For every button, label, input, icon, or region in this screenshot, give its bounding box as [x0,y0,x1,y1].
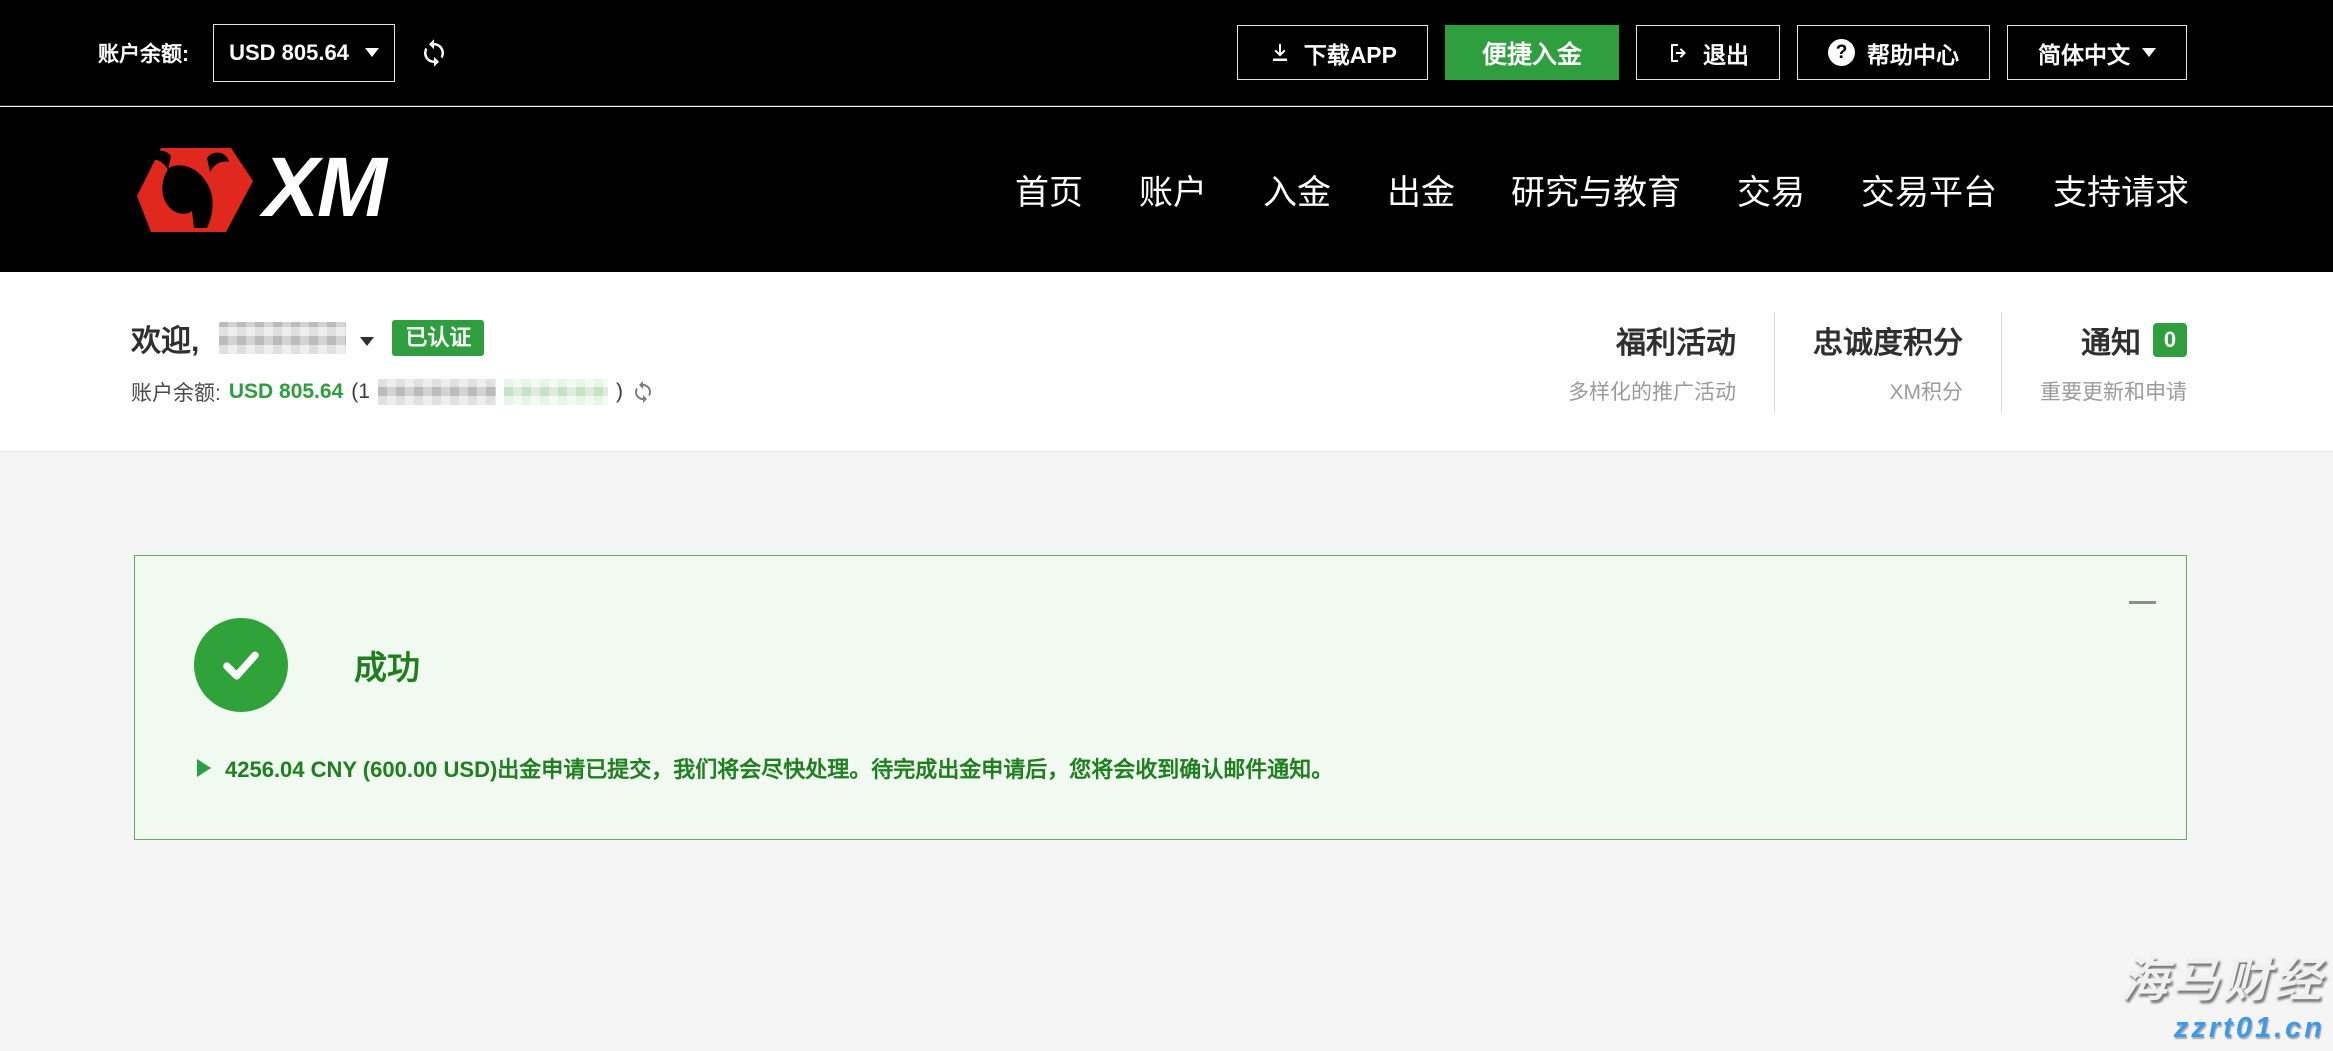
notifications-subtitle: 重要更新和申请 [2040,376,2187,406]
notifications-count-badge: 0 [2153,323,2187,357]
download-app-button[interactable]: 下载APP [1237,25,1428,80]
loyalty-points-link[interactable]: 忠诚度积分 XM积分 [1774,312,2001,412]
content-area: 成功 4256.04 CNY (600.00 USD)出金申请已提交，我们将会尽… [0,453,2333,1051]
logout-icon [1667,41,1691,65]
welcome-strip: 欢迎, 已认证 账户余额: USD 805.64 (1 ) 福利活动 多样化的推… [0,272,2333,452]
promotions-title: 福利活动 [1568,318,1736,362]
welcome-quick-links: 福利活动 多样化的推广活动 忠诚度积分 XM积分 通知 0 重要更新和申请 [1530,312,2187,412]
refresh-icon[interactable] [419,38,449,68]
alert-message: 4256.04 CNY (600.00 USD)出金申请已提交，我们将会尽快处理… [225,752,1333,784]
chevron-down-icon[interactable] [360,337,374,346]
chevron-down-icon [2142,48,2156,57]
topbar-balance-group: 账户余额: USD 805.64 [98,24,449,82]
promotions-subtitle: 多样化的推广活动 [1568,376,1736,406]
balance-value: USD 805.64 [229,380,343,404]
notifications-title: 通知 [2081,318,2141,362]
notifications-link[interactable]: 通知 0 重要更新和申请 [2001,312,2187,412]
nav-item-support[interactable]: 支持请求 [2053,165,2189,214]
alert-title: 成功 [354,641,420,689]
loyalty-title: 忠诚度积分 [1813,318,1963,362]
nav-item-trading[interactable]: 交易 [1737,165,1805,214]
welcome-greeting: 欢迎, [131,316,199,360]
account-balance-value: USD 805.64 [229,40,349,66]
verified-badge: 已认证 [392,320,484,356]
chevron-down-icon [365,48,379,57]
quick-deposit-label: 便捷入金 [1482,35,1582,71]
success-alert: 成功 4256.04 CNY (600.00 USD)出金申请已提交，我们将会尽… [134,555,2187,840]
download-app-label: 下载APP [1304,36,1397,70]
username-redacted [219,322,346,354]
nav-item-withdraw[interactable]: 出金 [1387,165,1455,214]
watermark: 海马财经 zzrt01.cn [2121,941,2325,1045]
account-balance-dropdown[interactable]: USD 805.64 [213,24,395,82]
help-center-button[interactable]: ? 帮助中心 [1797,25,1990,80]
quick-deposit-button[interactable]: 便捷入金 [1445,25,1619,80]
account-number-redacted [378,379,496,405]
watermark-url: zzrt01.cn [2121,1012,2325,1045]
nav-item-account[interactable]: 账户 [1139,165,1207,214]
nav-menu: 首页 账户 入金 出金 研究与教育 交易 交易平台 支持请求 [1015,165,2189,214]
welcome-info: 欢迎, 已认证 账户余额: USD 805.64 (1 ) [131,316,655,407]
balance-label: 账户余额: [131,377,221,407]
topbar-actions: 下载APP 便捷入金 退出 ? 帮助中心 简体中文 [1237,25,2187,80]
nav-item-deposit[interactable]: 入金 [1263,165,1331,214]
account-number-prefix: (1 [351,380,370,404]
refresh-icon[interactable] [631,380,655,404]
promotions-link[interactable]: 福利活动 多样化的推广活动 [1530,312,1774,412]
xm-logo-text: XM [263,145,385,235]
success-check-icon [194,618,288,712]
nav-item-platforms[interactable]: 交易平台 [1861,165,1997,214]
topbar: 账户余额: USD 805.64 下载APP 便捷入金 [0,0,2333,106]
language-label: 简体中文 [2038,36,2130,70]
nav-item-research-education[interactable]: 研究与教育 [1511,165,1681,214]
logout-label: 退出 [1703,36,1749,70]
main-navbar: XM 首页 账户 入金 出金 研究与教育 交易 交易平台 支持请求 [0,107,2333,272]
help-center-label: 帮助中心 [1867,36,1959,70]
account-balance-label: 账户余额: [98,38,189,68]
xm-logo[interactable]: XM [131,144,385,236]
collapse-alert-button[interactable] [2129,601,2156,604]
logout-button[interactable]: 退出 [1636,25,1780,80]
nav-item-home[interactable]: 首页 [1015,165,1083,214]
xm-bull-icon [131,144,261,236]
question-mark-icon: ? [1828,39,1855,66]
download-icon [1268,41,1292,65]
account-number-suffix: ) [616,380,623,404]
xm-member-area-page: 账户余额: USD 805.64 下载APP 便捷入金 [0,0,2333,1051]
account-type-redacted [504,379,608,405]
language-selector-button[interactable]: 简体中文 [2007,25,2187,80]
loyalty-subtitle: XM积分 [1813,376,1963,406]
watermark-brand: 海马财经 [2121,941,2325,1010]
bullet-triangle-icon [197,759,211,777]
